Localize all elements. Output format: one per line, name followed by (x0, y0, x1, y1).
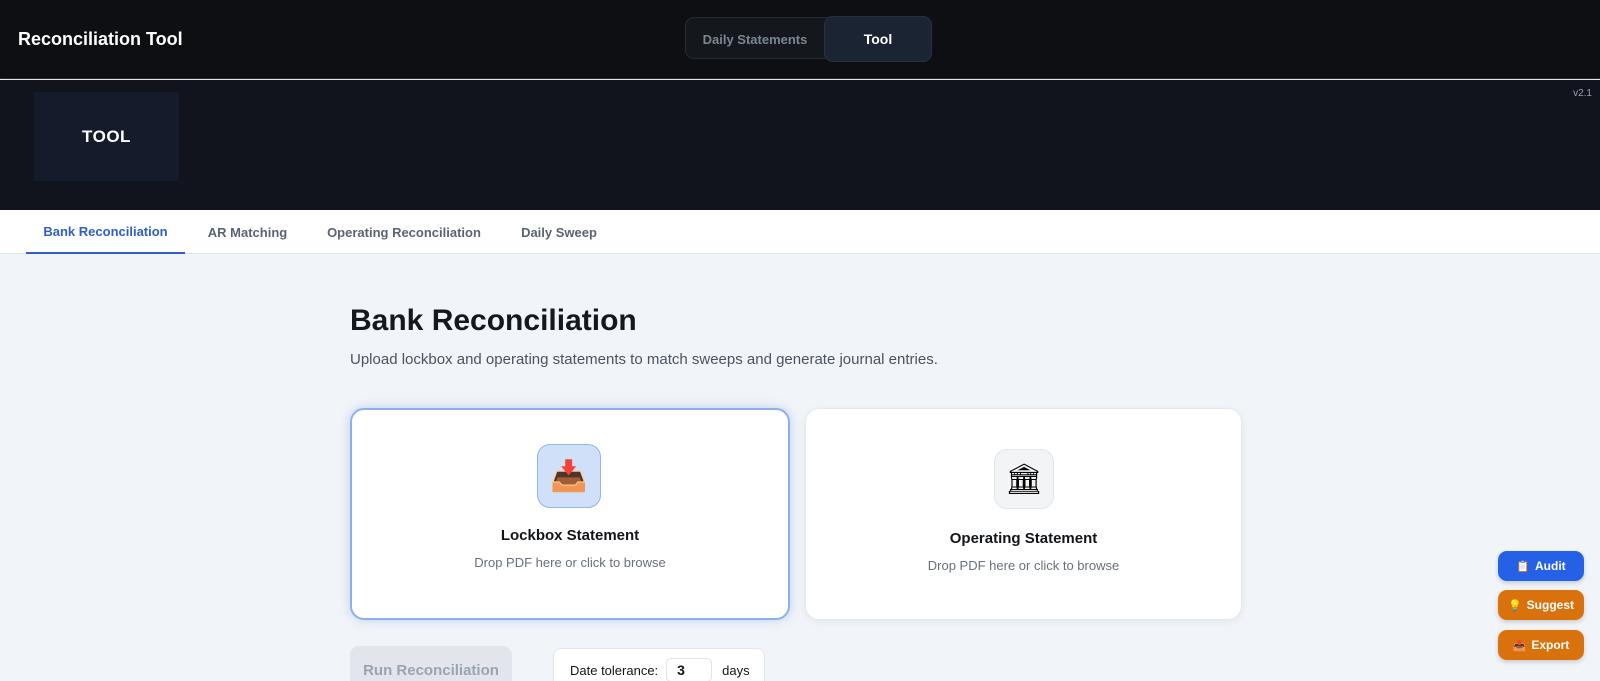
tool-button[interactable]: Tool (824, 16, 932, 62)
date-tolerance-unit: days (722, 662, 750, 678)
bank-icon: 🏛 (994, 449, 1054, 509)
audit-label: Audit (1535, 559, 1566, 573)
daily-statements-button[interactable]: Daily Statements (686, 16, 824, 62)
lockbox-card-hint: Drop PDF here or click to browse (474, 555, 666, 570)
clipboard-icon: 📋 (1516, 560, 1531, 573)
mode-switch: Daily Statements Tool (685, 16, 932, 62)
tab-bank-reconciliation[interactable]: Bank Reconciliation (26, 210, 185, 254)
date-tolerance-label: Date tolerance: (570, 662, 659, 678)
audit-button[interactable]: 📋 Audit (1498, 551, 1584, 581)
tab-operating-reconciliation[interactable]: Operating Reconciliation (315, 210, 493, 254)
lockbox-upload-card[interactable]: 📥 Lockbox Statement Drop PDF here or cli… (350, 408, 790, 620)
export-label: Export (1531, 638, 1570, 652)
lockbox-card-title: Lockbox Statement (500, 527, 640, 544)
date-tolerance-control: Date tolerance: days (553, 648, 765, 681)
tab-ar-matching[interactable]: AR Matching (190, 210, 305, 254)
operating-card-hint: Drop PDF here or click to browse (927, 558, 1120, 573)
tab-bar: Bank Reconciliation AR Matching Operatin… (0, 210, 1600, 254)
page-subtitle: Upload lockbox and operating statements … (350, 351, 938, 368)
operating-upload-card[interactable]: 🏛 Operating Statement Drop PDF here or c… (805, 408, 1242, 620)
suggest-button[interactable]: 💡 Suggest (1498, 590, 1584, 620)
run-reconciliation-button[interactable]: Run Reconciliation (350, 646, 512, 681)
inbox-tray-icon: 📥 (537, 444, 601, 508)
tool-banner-label: TOOL (34, 92, 179, 181)
header-banner: TOOL v2.1 (0, 80, 1600, 210)
date-tolerance-input[interactable] (666, 658, 713, 681)
export-icon: 📤 (1512, 639, 1527, 652)
operating-card-title: Operating Statement (949, 530, 1098, 547)
suggest-label: Suggest (1526, 598, 1575, 612)
app-title: Reconciliation Tool (18, 29, 183, 49)
version-label: v2.1 (1573, 88, 1592, 99)
lightbulb-icon: 💡 (1507, 599, 1522, 612)
export-button[interactable]: 📤 Export (1498, 630, 1584, 660)
tab-daily-sweep[interactable]: Daily Sweep (505, 210, 613, 254)
top-bar: Reconciliation Tool Daily Statements Too… (0, 0, 1600, 79)
page-title: Bank Reconciliation (350, 304, 637, 337)
